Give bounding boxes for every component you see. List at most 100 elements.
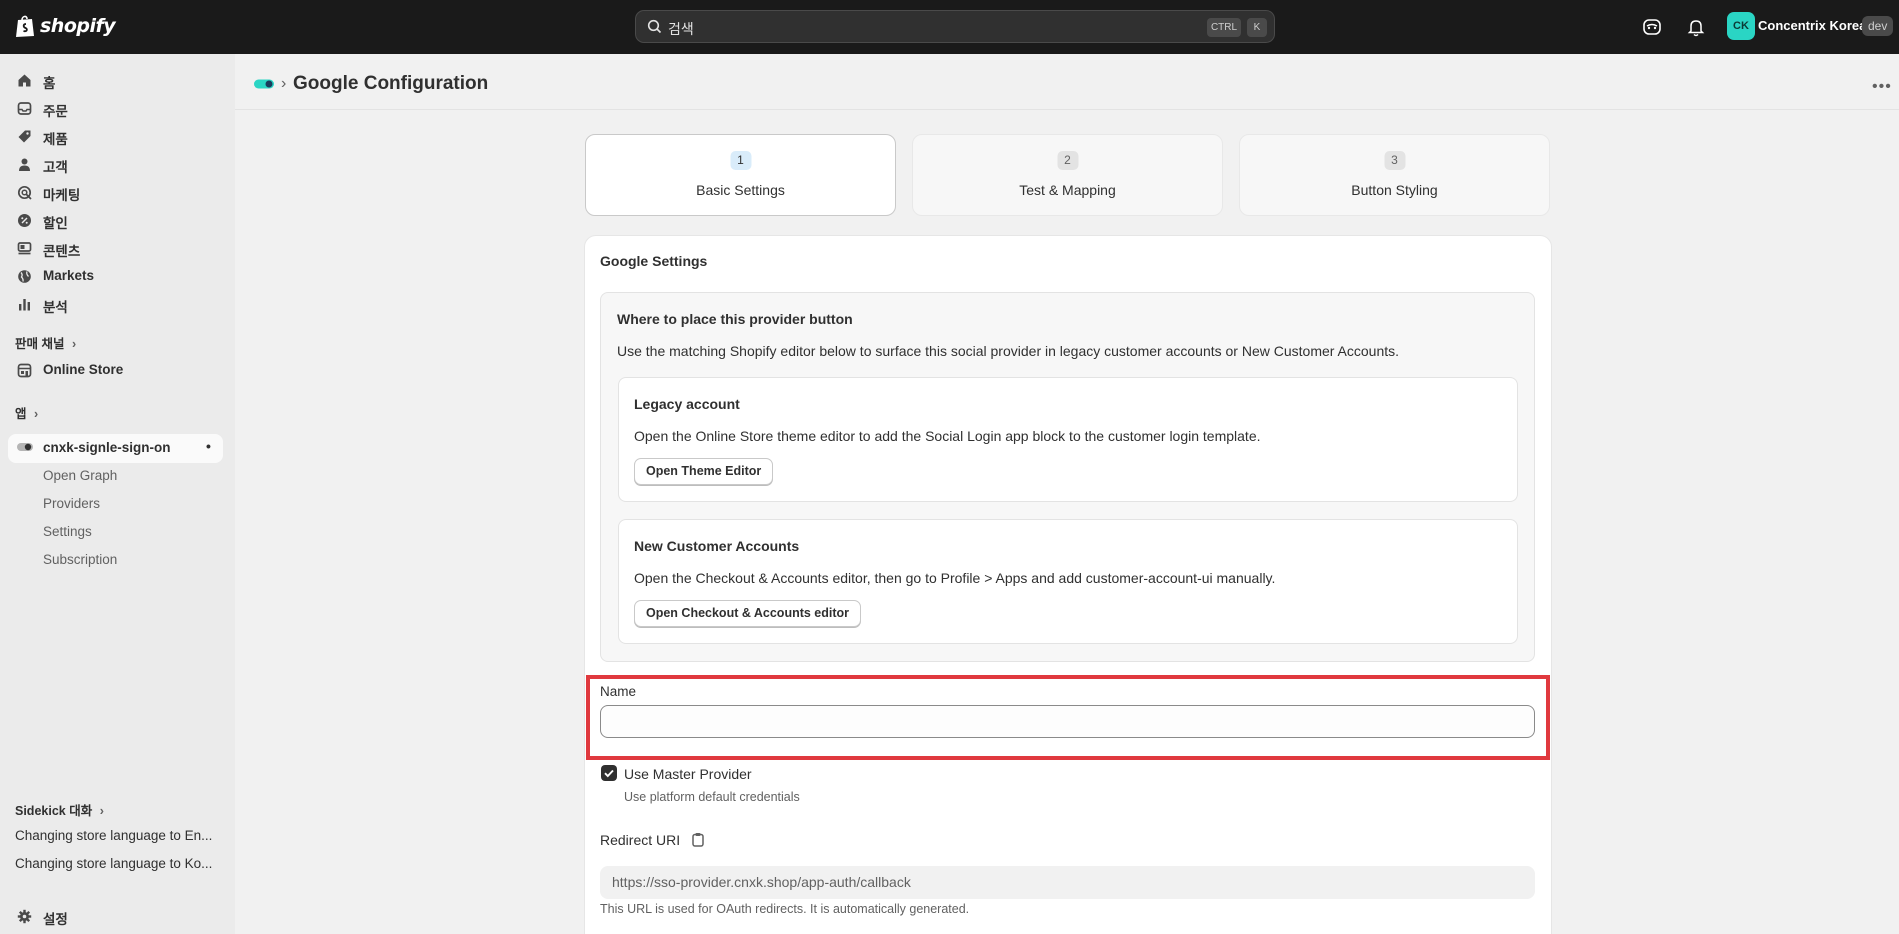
sidebar-item-label: 고객 <box>43 160 68 175</box>
sidebar-item-home[interactable]: 홈 <box>8 66 223 94</box>
step-basic-settings[interactable]: 1 Basic Settings <box>585 134 896 216</box>
store-avatar[interactable]: CK <box>1727 12 1755 40</box>
step-label: Basic Settings <box>696 182 785 198</box>
discount-icon <box>18 214 31 227</box>
sidebar-item-marketing[interactable]: 마케팅 <box>8 178 223 206</box>
tag-icon <box>18 130 31 143</box>
sidebar-item-settings[interactable]: 설정 <box>8 902 223 930</box>
chart-icon <box>19 299 30 311</box>
sidebar-subitem-open-graph[interactable]: Open Graph <box>43 468 117 483</box>
sidebar-item-label: 분석 <box>43 300 68 315</box>
step-label: Test & Mapping <box>1019 182 1116 198</box>
apps-heading[interactable]: 앱 › <box>15 403 38 422</box>
sidebar-subitem-providers[interactable]: Providers <box>43 496 100 511</box>
shortcut-ctrl-key: CTRL <box>1207 18 1241 37</box>
search-bar[interactable]: 검색 CTRL K <box>635 10 1275 43</box>
sidebar-item-products[interactable]: 제품 <box>8 122 223 150</box>
sidebar-item-label: 제품 <box>43 132 68 147</box>
sidebar-item-discounts[interactable]: 할인 <box>8 206 223 234</box>
gear-icon <box>17 909 32 924</box>
active-dot-icon: • <box>206 438 211 454</box>
use-master-provider-help: Use platform default credentials <box>624 790 800 804</box>
sidebar-item-analytics[interactable]: 분석 <box>8 290 223 318</box>
sidebar-item-online-store[interactable]: Online Store <box>8 356 223 384</box>
sidebar-item-label: 할인 <box>43 216 68 231</box>
sidebar-subitem-settings[interactable]: Settings <box>43 524 92 539</box>
sidebar-item-label: 홈 <box>43 76 56 91</box>
sidebar-item-markets[interactable]: Markets <box>8 262 223 290</box>
store-name[interactable]: Concentrix Korea <box>1758 18 1866 33</box>
sidebar-item-customers[interactable]: 고객 <box>8 150 223 178</box>
clipboard-icon[interactable] <box>691 832 705 847</box>
breadcrumb-chevron-icon: › <box>281 75 287 92</box>
sales-channels-label: 판매 채널 <box>15 337 65 351</box>
new-accounts-description: Open the Checkout & Accounts editor, the… <box>634 570 1276 586</box>
redirect-uri-label: Redirect URI <box>600 832 681 848</box>
sidebar-item-label: Markets <box>43 268 95 283</box>
sidebar-item-label: Online Store <box>43 362 124 377</box>
checkmark-icon <box>604 769 614 778</box>
sidekick-heading[interactable]: Sidekick 대화 › <box>15 800 104 819</box>
app-toggle-icon[interactable] <box>254 79 274 89</box>
redirect-uri-value: https://sso-provider.cnxk.shop/app-auth/… <box>612 874 911 890</box>
step-number: 3 <box>1384 151 1405 170</box>
brand-name: shopify <box>40 15 116 37</box>
sidebar-item-label: 설정 <box>43 912 68 927</box>
sidekick-conversation[interactable]: Changing store language to En... <box>15 828 220 843</box>
name-input[interactable] <box>600 705 1535 738</box>
sidebar-item-orders[interactable]: 주문 <box>8 94 223 122</box>
new-accounts-title: New Customer Accounts <box>634 538 800 554</box>
header-divider <box>235 109 1899 110</box>
step-test-mapping[interactable]: 2 Test & Mapping <box>912 134 1223 216</box>
step-number: 2 <box>1057 151 1078 170</box>
inbox-icon <box>17 102 32 115</box>
shortcut-k-key: K <box>1247 18 1267 37</box>
sidebar-item-content[interactable]: 콘텐츠 <box>8 234 223 262</box>
shopify-logo[interactable]: shopify <box>14 14 116 38</box>
name-label: Name <box>600 684 637 699</box>
search-icon <box>647 19 662 34</box>
active-app-label: cnxk-signle-sign-on <box>43 440 171 455</box>
sidebar-item-active-app[interactable]: cnxk-signle-sign-on • <box>8 434 223 463</box>
search-placeholder: 검색 <box>668 21 694 37</box>
placement-description: Use the matching Shopify editor below to… <box>617 343 1400 359</box>
target-icon <box>17 185 32 200</box>
sidebar-item-label: 마케팅 <box>43 188 81 203</box>
app-toggle-icon <box>17 443 33 451</box>
sidebar-item-label: 콘텐츠 <box>43 244 81 259</box>
sidebar-item-label: 주문 <box>43 104 68 119</box>
chevron-right-icon: › <box>71 337 77 351</box>
sidekick-conversation[interactable]: Changing store language to Ko... <box>15 856 220 871</box>
page-title: Google Configuration <box>293 73 489 94</box>
content-icon <box>17 242 32 255</box>
env-badge: dev <box>1862 16 1894 36</box>
shopify-bag-icon <box>16 15 34 37</box>
step-number: 1 <box>730 151 751 170</box>
top-bar: shopify 검색 CTRL K CK Concentrix Korea de… <box>0 0 1899 54</box>
apps-label: 앱 <box>15 407 27 421</box>
sales-channels-heading[interactable]: 판매 채널 › <box>15 333 76 352</box>
storefront-icon <box>17 363 32 378</box>
step-button-styling[interactable]: 3 Button Styling <box>1239 134 1550 216</box>
home-icon <box>18 74 31 87</box>
step-label: Button Styling <box>1351 182 1438 198</box>
legacy-account-description: Open the Online Store theme editor to ad… <box>634 428 1261 444</box>
chevron-right-icon: › <box>34 407 39 421</box>
bell-icon[interactable] <box>1685 16 1707 38</box>
card-title: Google Settings <box>600 253 708 269</box>
more-actions-icon[interactable]: ••• <box>1872 78 1892 96</box>
open-theme-editor-button[interactable]: Open Theme Editor <box>634 458 774 485</box>
redirect-uri-help: This URL is used for OAuth redirects. It… <box>600 902 970 916</box>
placement-title: Where to place this provider button <box>617 311 853 327</box>
open-checkout-accounts-editor-button[interactable]: Open Checkout & Accounts editor <box>634 600 862 627</box>
use-master-provider-label[interactable]: Use Master Provider <box>624 766 752 782</box>
sidekick-icon[interactable] <box>1641 16 1663 38</box>
use-master-provider-checkbox[interactable] <box>601 765 617 781</box>
chevron-right-icon: › <box>99 804 104 818</box>
legacy-account-title: Legacy account <box>634 396 740 412</box>
sidebar-subitem-subscription[interactable]: Subscription <box>43 552 117 567</box>
person-icon <box>19 158 30 171</box>
sidebar: 홈 주문 제품 고객 마케팅 할인 콘텐츠 Markets 분석 판매 채널 ›… <box>0 54 235 934</box>
sidekick-label: Sidekick 대화 <box>15 804 93 818</box>
globe-icon <box>18 270 31 283</box>
